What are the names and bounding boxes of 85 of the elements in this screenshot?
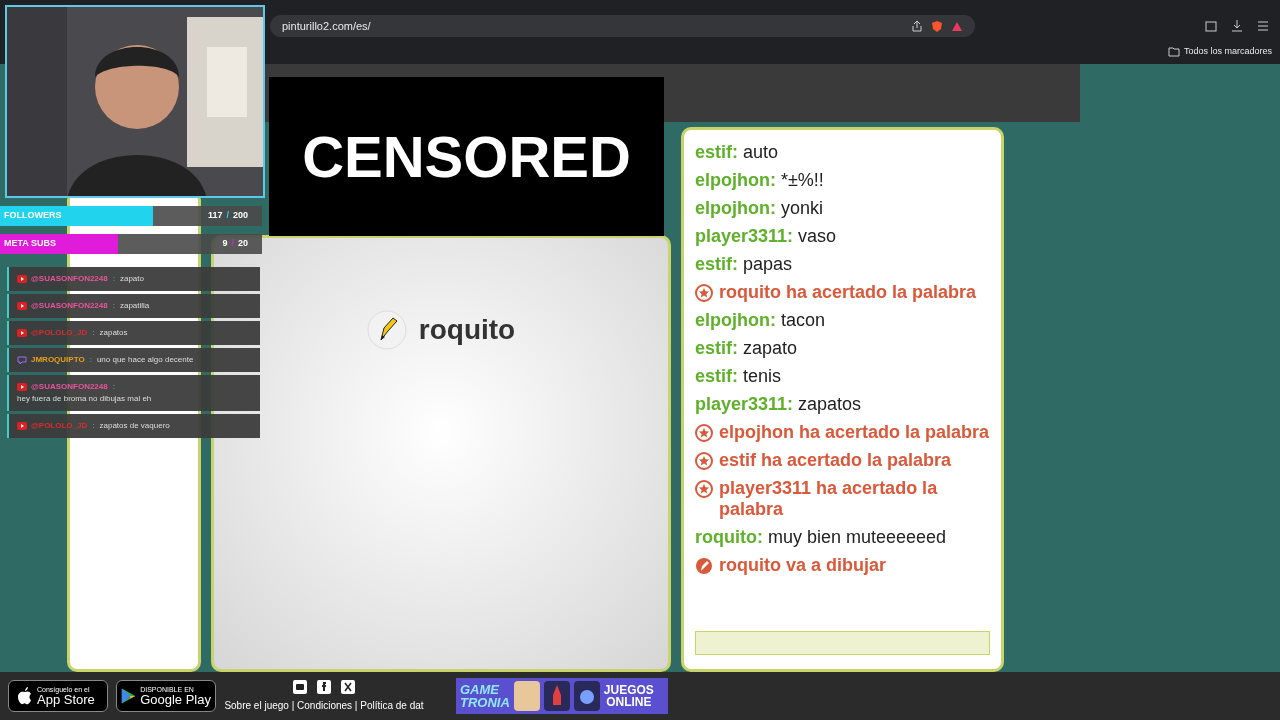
goal-label: META SUBS: [4, 237, 56, 251]
chat-message: muy bien muteeeeeed: [768, 526, 947, 548]
chat-message: *±%!!: [781, 169, 824, 191]
chat-username: estif:: [695, 365, 738, 387]
address-bar[interactable]: pinturillo2.com/es/: [270, 15, 975, 37]
folder-icon: [1167, 47, 1180, 57]
goal-target: 20: [238, 237, 248, 251]
promo-text: JUEGOS: [603, 684, 654, 696]
stream-chat-text: zapato: [119, 273, 144, 285]
stream-chat-text: zapatos de vaquero: [99, 420, 170, 432]
goal-count: 117: [207, 209, 223, 223]
share-icon[interactable]: [911, 20, 923, 32]
chat-username: player3311:: [695, 225, 794, 247]
chat-username: roquito:: [695, 526, 763, 548]
stream-chat-text: hey fuera de broma no dibujas mal eh: [17, 393, 152, 405]
chat-username: elpojhon:: [695, 169, 776, 191]
chat-notice: roquito ha acertado la palabra: [719, 281, 977, 303]
goal-separator: /: [231, 237, 234, 251]
video-icon[interactable]: [293, 679, 307, 694]
play-icon: [17, 329, 27, 337]
chat-input[interactable]: [695, 631, 990, 655]
chat-message: zapato: [743, 337, 798, 359]
pencil-icon: [695, 556, 713, 575]
goal-count: 9: [222, 237, 228, 251]
play-icon: [17, 275, 27, 283]
chat-username: estif:: [695, 253, 738, 275]
separator: :: [112, 273, 115, 285]
chat-message: tenis: [743, 365, 782, 387]
separator: :: [112, 300, 115, 312]
censored-banner: CENSORED: [269, 77, 664, 236]
separator: :: [92, 420, 95, 432]
stream-chat-username: @POLOLO_JD: [31, 420, 88, 432]
play-icon: [17, 383, 27, 391]
chat-bubble-icon: [17, 356, 27, 364]
chat-message: yonki: [781, 197, 823, 219]
play-icon: [17, 422, 27, 430]
chat-notice: player3311 ha acertado la palabra: [719, 477, 939, 520]
app-store-label: App Store: [37, 693, 95, 706]
x-icon[interactable]: [341, 679, 355, 694]
promo-banner[interactable]: GAME TRONIA JUEGOS ONLINE: [456, 678, 668, 714]
shield-icon[interactable]: [931, 20, 943, 32]
stream-chat-text: zapatilla: [119, 300, 150, 312]
separator: :: [89, 354, 92, 366]
menu-icon[interactable]: [1256, 19, 1270, 33]
download-icon[interactable]: [1230, 19, 1244, 33]
game-thumbnails-icon: [513, 681, 600, 711]
separator: :: [112, 381, 115, 393]
stream-chat-username: @SUASONFON2248: [31, 300, 108, 312]
promo-logo: GAME: [460, 683, 501, 696]
goal-separator: /: [226, 209, 229, 223]
stream-chat-text: zapatos: [99, 327, 128, 339]
pencil-icon: [366, 310, 407, 350]
chat-message: auto: [743, 141, 779, 163]
url-text: pinturillo2.com/es/: [282, 18, 371, 34]
goal-target: 200: [232, 209, 248, 223]
chat-message: tacon: [781, 309, 826, 331]
stream-chat-username: @SUASONFON2248: [31, 381, 108, 393]
stream-chat-username: JMROQUIPTO: [31, 354, 85, 366]
chat-username: estif:: [695, 141, 738, 163]
play-icon: [121, 686, 137, 706]
stream-chat-text: uno que hace algo decente: [96, 354, 194, 366]
chat-message: papas: [743, 253, 793, 275]
drawer-name: roquito: [418, 313, 516, 347]
stream-chat-username: @POLOLO_JD: [31, 327, 88, 339]
chat-notice: estif ha acertado la palabra: [719, 449, 952, 471]
google-play-label: Google Play: [140, 693, 211, 706]
bookmarks-folder[interactable]: Todos los marcadores: [1183, 45, 1272, 59]
triangle-icon[interactable]: [951, 20, 963, 32]
chat-username: player3311:: [695, 393, 794, 415]
chat-username: elpojhon:: [695, 197, 776, 219]
goal-label: FOLLOWERS: [4, 209, 62, 223]
chat-notice: roquito va a dibujar: [719, 554, 887, 576]
separator: :: [92, 327, 95, 339]
chat-notice: elpojhon ha acertado la palabra: [719, 421, 990, 443]
f-letter-icon[interactable]: [317, 679, 331, 694]
play-icon: [17, 302, 27, 310]
chat-message: vaso: [798, 225, 837, 247]
stream-chat-username: @SUASONFON2248: [31, 273, 108, 285]
chat-username: estif:: [695, 337, 738, 359]
footer-links[interactable]: Sobre el juego | Condiciones | Política de dat: [224, 697, 424, 713]
chat-username: elpojhon:: [695, 309, 776, 331]
promo-text: ONLINE: [606, 696, 652, 708]
promo-logo: TRONIA: [460, 696, 510, 709]
apple-icon: [17, 687, 33, 705]
chat-message: zapatos: [798, 393, 862, 415]
